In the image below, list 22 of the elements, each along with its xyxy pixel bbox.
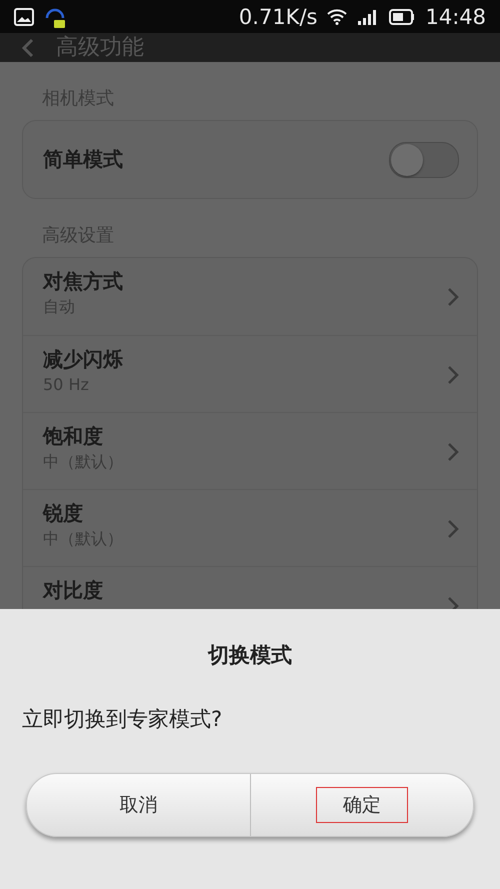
confirm-button[interactable]: 确定 <box>250 774 473 836</box>
back-icon[interactable] <box>22 38 34 58</box>
setting-title: 减少闪烁 <box>43 348 124 371</box>
dialog-message: 立即切换到专家模式? <box>21 706 224 733</box>
image-icon <box>14 8 34 26</box>
battery-icon <box>389 8 416 24</box>
setting-title: 对比度 <box>43 579 104 602</box>
settings-row[interactable]: 简单模式 <box>23 121 477 198</box>
setting-title: 锐度 <box>43 502 84 525</box>
chevron-right-icon <box>447 287 459 307</box>
cancel-button[interactable]: 取消 <box>27 774 250 836</box>
toggle-switch[interactable] <box>389 142 459 178</box>
setting-title: 简单模式 <box>43 148 124 171</box>
chevron-right-icon <box>447 519 459 539</box>
setting-title: 饱和度 <box>43 425 104 448</box>
setting-title: 对焦方式 <box>43 270 124 293</box>
chevron-right-icon <box>447 442 459 462</box>
wifi-icon <box>327 8 348 24</box>
network-speed: 0.71K/s <box>238 4 318 28</box>
chevron-right-icon <box>447 365 459 385</box>
dialog-title: 切换模式 <box>206 642 293 669</box>
clock: 14:48 <box>425 4 486 28</box>
